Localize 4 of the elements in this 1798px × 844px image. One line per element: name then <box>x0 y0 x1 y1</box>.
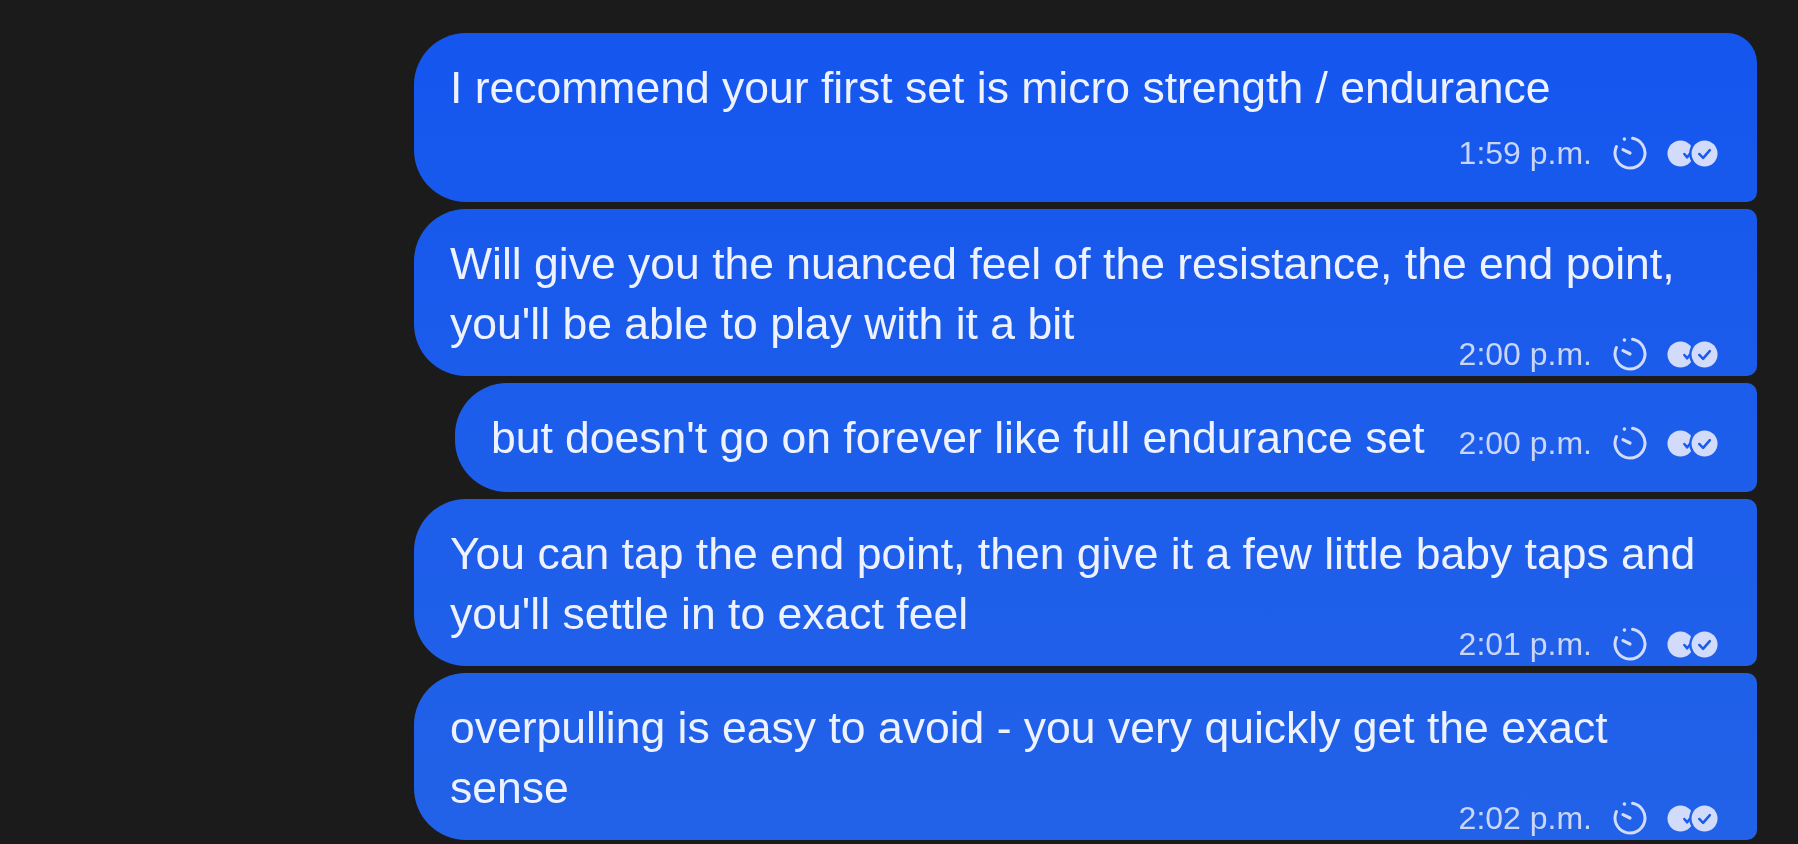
message-time: 1:59 p.m. <box>1458 137 1592 169</box>
message-time: 2:00 p.m. <box>1458 427 1592 459</box>
message-text: I recommend your first set is micro strength / endurance <box>450 63 1551 112</box>
message-text: but doesn't go on forever like full endurance set <box>490 413 1425 462</box>
